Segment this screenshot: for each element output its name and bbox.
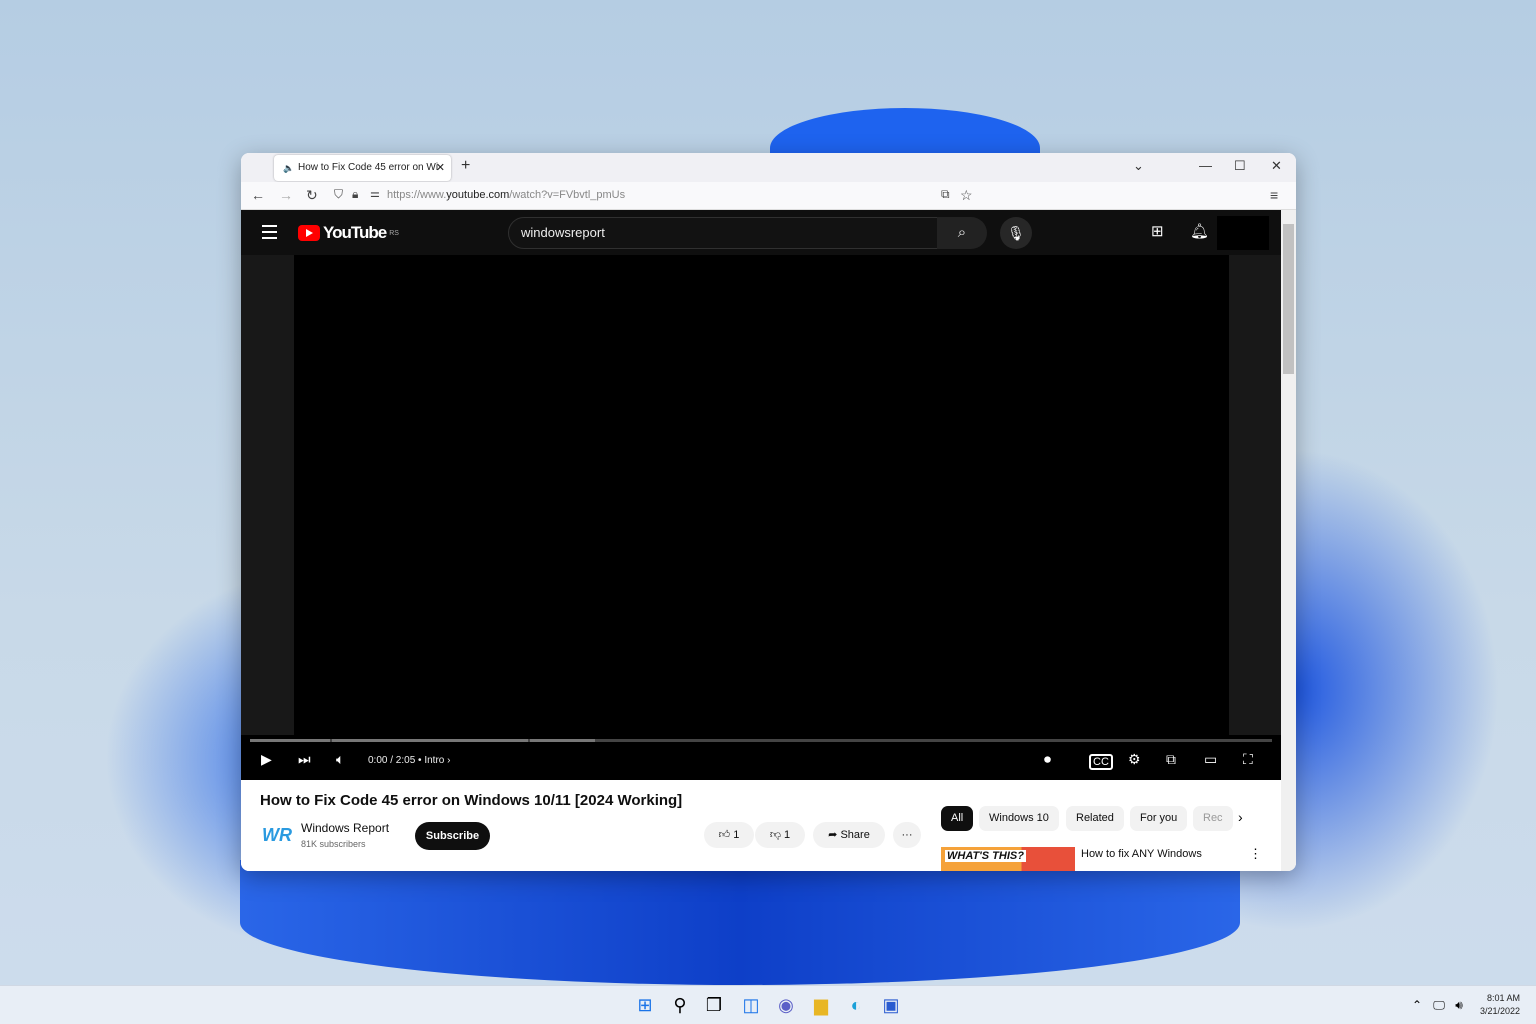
volume-tray-icon[interactable]: 🔊︎ [1448,994,1470,1016]
taskbar: ⊞ ⚲ ❐ ◫ ◉ ▆ ◐ ▣ ⌃ 🖵︎ 🔊︎ 8:01 AM 3/21/2022 [0,985,1536,1024]
widgets-icon[interactable]: ◫ [740,994,762,1016]
search-icon[interactable]: ⚲ [669,994,691,1016]
clock-time: 8:01 AM [1486,993,1520,1003]
theater-mode-icon[interactable]: ▭ [1204,751,1217,768]
subscriber-count: 81K subscribers [301,839,366,849]
like-button[interactable]: 👍︎ 1 [704,822,754,848]
back-icon[interactable]: ← [251,187,265,203]
scrollbar[interactable] [1281,210,1296,871]
nav-toolbar: ← → ↻ ⛉ 🔒︎ ⚌ https://www.youtube.com/wat… [241,182,1296,210]
create-video-icon[interactable]: ⊞ [1151,222,1164,240]
chat-icon[interactable]: ◉ [775,994,797,1016]
share-button[interactable]: ➦ Share [813,822,885,848]
video-player[interactable]: ▶ ⏭︎ 🔈︎ 0:00 / 2:05 • Intro › ⏺︎ CC ⚙ ⧉ … [241,255,1281,780]
chip-recent[interactable]: Rec [1193,806,1233,831]
channel-logo[interactable]: WR [262,825,292,846]
reload-icon[interactable]: ↻ [306,187,318,204]
time-display: 0:00 / 2:05 • Intro › [368,755,450,766]
channel-name[interactable]: Windows Report [301,821,389,835]
clock[interactable]: 8:01 AM 3/21/2022 [1480,992,1520,1018]
logo-text: YouTube [323,223,387,242]
voice-search-button[interactable]: 🎙︎ [1000,217,1032,249]
fullscreen-icon[interactable]: ⛶ [1243,751,1253,768]
bookmark-star-icon[interactable]: ☆ [960,187,973,204]
forward-icon[interactable]: → [279,187,293,203]
chip-related[interactable]: Related [1066,806,1124,831]
recommended-thumbnail[interactable]: WHAT'S THIS? [941,847,1075,871]
play-icon[interactable]: ▶ [261,751,272,768]
settings-gear-icon[interactable]: ⚙ [1128,751,1141,768]
url-prefix: https://www. [387,189,447,201]
chips-next-icon[interactable]: › [1238,809,1243,825]
autoplay-toggle[interactable]: ⏺︎ [1044,751,1051,768]
miniplayer-icon[interactable]: ⧉ [1166,751,1176,768]
clock-date: 3/21/2022 [1479,1006,1520,1016]
close-tab-icon[interactable]: ✕ [436,155,445,181]
browser-tab[interactable]: 🔈 How to Fix Code 45 error on Wi ✕ [274,155,451,181]
share-label: Share [840,829,870,841]
progress-bar[interactable] [250,739,1272,742]
shield-icon[interactable]: ⛉ [334,187,343,202]
thumbnail-text: WHAT'S THIS? [945,850,1026,862]
time-text: 0:00 / 2:05 [368,755,416,766]
volume-icon[interactable]: 🔈︎ [336,751,344,768]
file-explorer-icon[interactable]: ▆ [810,994,832,1016]
hamburger-menu-icon[interactable] [262,225,277,243]
minimize-button[interactable]: — [1199,158,1212,173]
recommended-more-icon[interactable]: ⋮ [1249,846,1262,862]
next-icon[interactable]: ⏭︎ [298,751,311,768]
permissions-icon[interactable]: ⚌ [370,187,380,200]
edge-icon[interactable]: ◐ [845,994,867,1016]
close-window-button[interactable]: ✕ [1271,158,1282,174]
chip-windows-10[interactable]: Windows 10 [979,806,1059,831]
notifications-bell-icon[interactable]: 🔔︎ [1190,222,1209,240]
like-count: 1 [733,829,740,841]
network-icon[interactable]: 🖵︎ [1428,994,1450,1016]
youtube-logo[interactable]: YouTube RS [298,223,399,243]
video-title: How to Fix Code 45 error on Windows 10/1… [260,792,683,809]
captions-icon[interactable]: CC [1089,754,1113,770]
wallpaper-bloom [240,860,1240,985]
subscribe-button[interactable]: Subscribe [415,822,490,850]
region-code: RS [389,229,399,237]
chapter-button[interactable]: • Intro › [418,755,450,766]
recommended-title[interactable]: How to fix ANY Windows [1081,848,1202,860]
tab-strip: 🔈 How to Fix Code 45 error on Wi ✕ + ⌄ — ☐… [241,153,1296,182]
address-bar[interactable]: https://www.youtube.com/watch?v=FVbvtl_p… [387,189,625,201]
chip-all[interactable]: All [941,806,974,831]
dislike-button[interactable]: 👎︎ 1 [755,822,805,848]
youtube-page: YouTube RS windowsreport ⌕ 🎙︎ ⊞ 🔔︎ ▶ ⏭︎ 🔈… [241,210,1281,871]
url-path: /watch?v=FVbvtl_pmUs [509,189,626,201]
dislike-count: 1 [784,829,791,841]
youtube-play-logo-icon [298,225,320,241]
tray-chevron-icon[interactable]: ⌃ [1406,994,1428,1016]
search-button[interactable]: ⌕ [937,217,987,249]
tab-title: How to Fix Code 45 error on Wi [298,162,439,173]
youtube-header: YouTube RS windowsreport ⌕ 🎙︎ ⊞ 🔔︎ [241,210,1281,255]
menu-icon[interactable]: ≡ [1270,187,1278,203]
scrollbar-thumb[interactable] [1283,224,1294,374]
tab-list-icon[interactable]: ⌄ [1133,158,1144,174]
avatar[interactable] [1217,216,1269,250]
store-icon[interactable]: ▣ [880,994,902,1016]
start-icon[interactable]: ⊞ [634,994,656,1016]
new-tab-button[interactable]: + [461,157,470,175]
translate-icon[interactable]: ⧉ [941,187,950,202]
task-view-icon[interactable]: ❐ [703,994,725,1016]
maximize-button[interactable]: ☐ [1234,158,1246,174]
search-input[interactable]: windowsreport [508,217,938,249]
more-actions-button[interactable]: ··· [893,822,921,848]
url-domain: youtube.com [446,189,510,201]
video-screen[interactable] [294,255,1229,742]
chip-for-you[interactable]: For you [1130,806,1188,831]
speaker-icon: 🔈 [283,163,295,173]
video-info: How to Fix Code 45 error on Windows 10/1… [241,780,1281,871]
browser-window: 🔈 How to Fix Code 45 error on Wi ✕ + ⌄ — ☐… [241,153,1296,871]
lock-icon[interactable]: 🔒︎ [352,187,358,202]
